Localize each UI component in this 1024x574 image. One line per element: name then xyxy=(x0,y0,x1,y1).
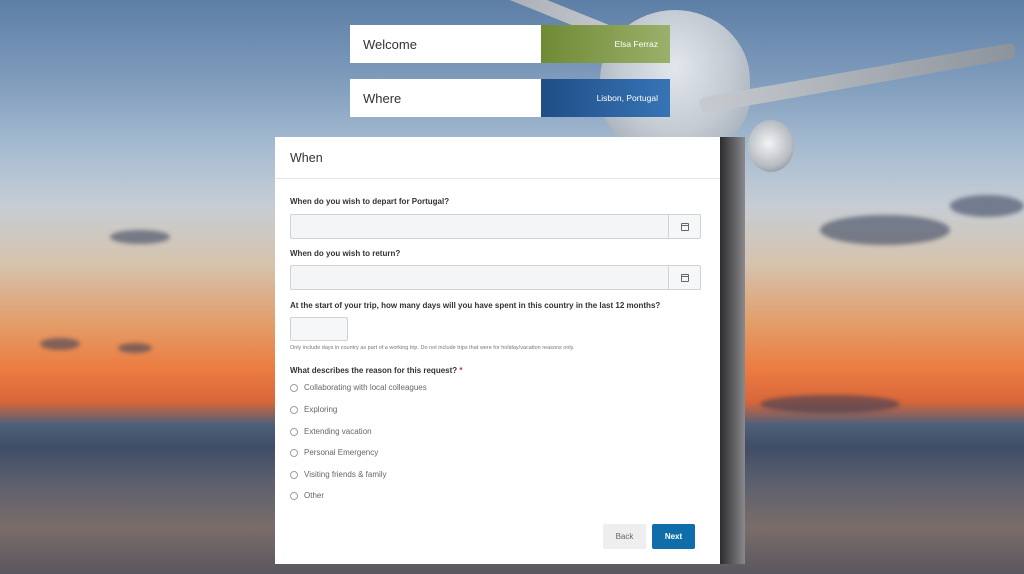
return-date-group xyxy=(290,265,701,290)
depart-question: When do you wish to depart for Portugal? xyxy=(290,197,450,206)
radio-button[interactable] xyxy=(290,448,298,457)
next-button[interactable]: Next xyxy=(652,524,695,549)
reason-option-label: Extending vacation xyxy=(304,427,372,436)
calendar-icon xyxy=(680,273,689,282)
return-calendar-button[interactable] xyxy=(669,265,701,290)
reason-option-label: Exploring xyxy=(304,405,338,414)
cloud xyxy=(40,338,80,350)
calendar-icon xyxy=(680,222,689,231)
radio-button[interactable] xyxy=(290,427,298,436)
return-date-input[interactable] xyxy=(290,265,669,290)
reason-option[interactable]: Collaborating with local colleagues xyxy=(290,383,427,392)
reason-question: What describes the reason for this reque… xyxy=(290,366,463,375)
reason-option[interactable]: Other xyxy=(290,491,324,500)
radio-button[interactable] xyxy=(290,470,298,479)
days-question: At the start of your trip, how many days… xyxy=(290,301,661,310)
return-question: When do you wish to return? xyxy=(290,249,401,258)
where-value: Lisbon, Portugal xyxy=(541,79,670,117)
welcome-summary: Welcome Elsa Ferraz xyxy=(350,25,670,63)
days-input[interactable] xyxy=(290,317,348,341)
reason-option-label: Personal Emergency xyxy=(304,448,379,457)
depart-calendar-button[interactable] xyxy=(669,214,701,239)
days-help-text: Only include days in country as part of … xyxy=(290,345,575,351)
reason-question-text: What describes the reason for this reque… xyxy=(290,366,458,375)
reason-option[interactable]: Exploring xyxy=(290,405,337,414)
when-form-card: When When do you wish to depart for Port… xyxy=(275,137,720,564)
where-label: Where xyxy=(350,79,541,117)
airplane-engine xyxy=(748,120,794,172)
welcome-label: Welcome xyxy=(350,25,541,63)
radio-button[interactable] xyxy=(290,405,298,414)
reason-option[interactable]: Personal Emergency xyxy=(290,448,378,457)
reason-option-label: Other xyxy=(304,491,325,500)
back-button[interactable]: Back xyxy=(603,524,646,549)
required-marker: * xyxy=(459,366,463,375)
reason-option[interactable]: Extending vacation xyxy=(290,427,372,436)
cloud xyxy=(760,395,900,413)
cloud xyxy=(950,195,1024,217)
card-shadow xyxy=(720,137,745,564)
reason-option-label: Visiting friends & family xyxy=(304,470,387,479)
cloud xyxy=(820,215,950,245)
welcome-value: Elsa Ferraz xyxy=(541,25,670,63)
depart-date-group xyxy=(290,214,701,239)
cloud xyxy=(110,230,170,244)
cloud xyxy=(118,343,152,353)
reason-option-label: Collaborating with local colleagues xyxy=(304,383,427,392)
depart-date-input[interactable] xyxy=(290,214,669,239)
where-summary: Where Lisbon, Portugal xyxy=(350,79,670,117)
card-title: When xyxy=(275,137,720,179)
reason-option[interactable]: Visiting friends & family xyxy=(290,470,387,479)
radio-button[interactable] xyxy=(290,491,298,500)
radio-button[interactable] xyxy=(290,383,298,392)
